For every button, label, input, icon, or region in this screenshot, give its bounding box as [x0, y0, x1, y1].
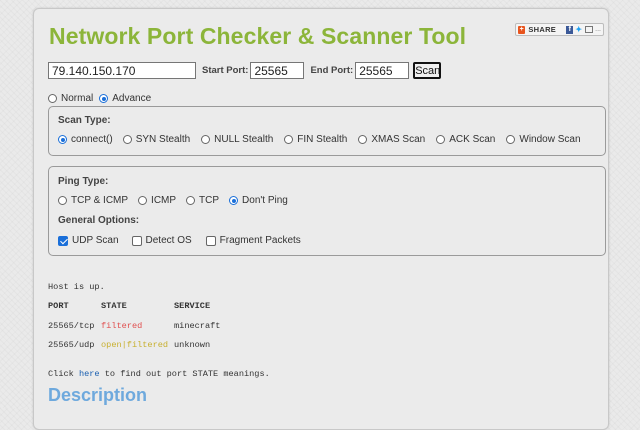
radio-xmas[interactable]: [358, 135, 368, 144]
share-plus-icon: +: [518, 25, 526, 34]
row-state: open|filtered: [101, 340, 169, 350]
row-port: 25565/tcp: [48, 321, 95, 331]
ping-type-options: TCP & ICMP ICMP TCP Don't Ping: [58, 195, 288, 206]
ip-address-input[interactable]: [48, 62, 196, 79]
scan-type-null-label: NULL Stealth: [214, 134, 274, 145]
col-port-header: PORT: [48, 301, 69, 311]
row-port: 25565/udp: [48, 340, 95, 350]
start-port-input[interactable]: [250, 62, 305, 79]
scan-type-xmas[interactable]: XMAS Scan: [358, 134, 425, 145]
ping-icmp[interactable]: ICMP: [138, 195, 176, 206]
mode-normal-option[interactable]: Normal: [48, 93, 93, 104]
radio-syn[interactable]: [122, 135, 132, 144]
scan-type-ack-label: ACK Scan: [449, 134, 496, 145]
scan-type-connect-label: connect(): [71, 134, 113, 145]
scan-type-connect[interactable]: connect(): [58, 134, 113, 145]
more-share-label[interactable]: ...: [595, 26, 601, 33]
email-icon[interactable]: [584, 26, 594, 33]
mode-advance-label: Advance: [112, 93, 152, 104]
twitter-icon[interactable]: ✦: [575, 25, 582, 34]
share-label: SHARE: [528, 25, 557, 34]
option-udp-scan-label: UDP Scan: [72, 235, 119, 246]
radio-fin[interactable]: [284, 135, 294, 144]
state-meanings-note: Click here to find out port STATE meanin…: [48, 369, 270, 379]
scan-type-syn[interactable]: SYN Stealth: [122, 134, 191, 145]
radio-connect[interactable]: [58, 135, 67, 144]
scan-type-window[interactable]: Window Scan: [506, 134, 581, 145]
ping-tcp-label: TCP: [199, 195, 220, 206]
description-heading: Description: [48, 385, 148, 405]
radio-tcp-icmp[interactable]: [58, 196, 67, 205]
option-fragment-packets[interactable]: Fragment Packets: [205, 235, 301, 246]
scan-type-options: connect() SYN Stealth NULL Stealth FIN S…: [58, 134, 581, 145]
footer-post-text: to find out port STATE meanings.: [99, 369, 270, 379]
radio-tcp[interactable]: [186, 196, 196, 205]
general-options: UDP Scan Detect OS Fragment Packets: [58, 235, 301, 246]
row-state: filtered: [101, 321, 143, 331]
general-options-heading: General Options:: [58, 215, 140, 226]
ping-type-heading: Ping Type:: [58, 176, 109, 187]
tool-panel: Network Port Checker & Scanner Tool + SH…: [33, 8, 609, 430]
ping-dont-label: Don't Ping: [242, 195, 288, 206]
row-service: unknown: [174, 340, 211, 350]
target-row: Start Port: End Port: Scan: [48, 61, 442, 80]
scan-type-xmas-label: XMAS Scan: [371, 134, 426, 145]
col-state-header: STATE: [101, 301, 127, 311]
state-meanings-link[interactable]: here: [79, 369, 100, 379]
radio-mode-normal[interactable]: [48, 94, 57, 103]
radio-icmp[interactable]: [138, 196, 148, 205]
ping-dont[interactable]: Don't Ping: [229, 195, 288, 206]
end-port-input[interactable]: [355, 62, 410, 79]
scan-type-window-label: Window Scan: [519, 134, 581, 145]
radio-ack[interactable]: [436, 135, 446, 144]
scan-type-fin-label: FIN Stealth: [297, 134, 348, 145]
scan-type-ack[interactable]: ACK Scan: [436, 134, 495, 145]
option-detect-os[interactable]: Detect OS: [131, 235, 192, 246]
share-button[interactable]: + SHARE f ✦ ...: [515, 23, 604, 36]
ping-tcp[interactable]: TCP: [186, 195, 219, 206]
host-status: Host is up.: [48, 282, 105, 292]
scan-type-fin[interactable]: FIN Stealth: [284, 134, 347, 145]
end-port-label: End Port:: [310, 65, 354, 76]
checkbox-detect-os[interactable]: [131, 235, 142, 246]
scan-type-box: Scan Type: connect() SYN Stealth NULL St…: [48, 106, 606, 156]
option-detect-os-label: Detect OS: [145, 235, 192, 246]
facebook-icon[interactable]: f: [566, 25, 574, 34]
start-port-label: Start Port:: [202, 65, 249, 76]
page-title: Network Port Checker & Scanner Tool: [49, 23, 467, 49]
col-service-header: SERVICE: [174, 301, 211, 311]
options-box: Ping Type: TCP & ICMP ICMP TCP Don't Pin…: [48, 166, 606, 256]
mode-normal-label: Normal: [61, 93, 94, 104]
option-udp-scan[interactable]: UDP Scan: [58, 235, 119, 246]
radio-mode-advance[interactable]: [99, 94, 109, 103]
ping-icmp-label: ICMP: [151, 195, 177, 206]
ping-tcp-icmp[interactable]: TCP & ICMP: [58, 195, 128, 206]
mode-radio-group: Normal Advance: [48, 93, 151, 104]
ping-tcp-icmp-label: TCP & ICMP: [71, 195, 129, 206]
option-fragment-packets-label: Fragment Packets: [219, 235, 301, 246]
radio-null[interactable]: [201, 135, 211, 144]
checkbox-udp-scan[interactable]: [58, 235, 68, 246]
row-service: minecraft: [174, 321, 221, 331]
scan-type-syn-label: SYN Stealth: [135, 134, 191, 145]
radio-dont-ping[interactable]: [229, 196, 239, 205]
scan-type-null[interactable]: NULL Stealth: [201, 134, 273, 145]
mode-advance-option[interactable]: Advance: [99, 93, 151, 104]
footer-pre-text: Click: [48, 369, 79, 379]
radio-window[interactable]: [506, 135, 516, 144]
scan-type-heading: Scan Type:: [58, 115, 111, 126]
checkbox-fragment-packets[interactable]: [205, 235, 216, 246]
scan-button[interactable]: Scan: [413, 62, 442, 79]
